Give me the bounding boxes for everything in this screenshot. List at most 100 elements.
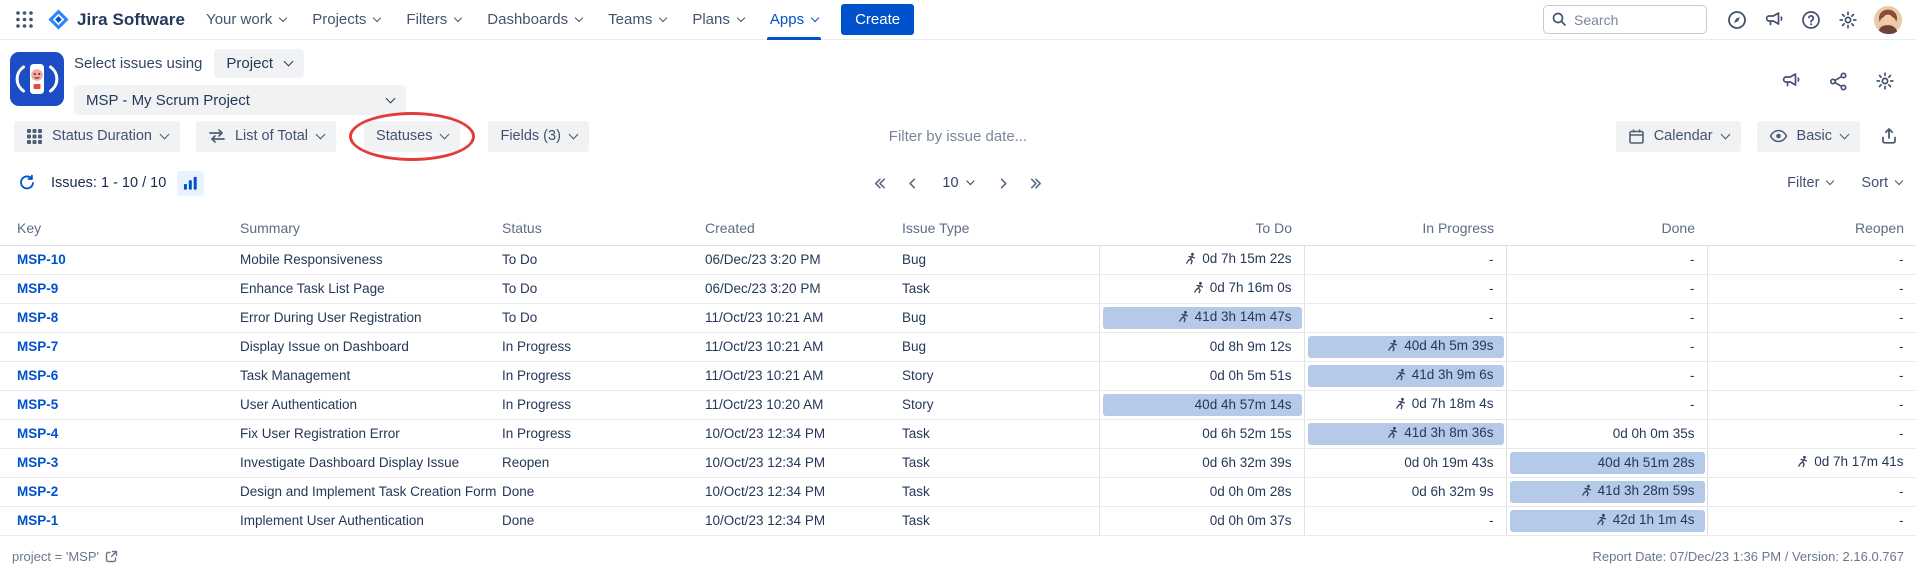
report-header: Select issues using Project MSP - My Scr… <box>0 40 1916 115</box>
duration-cell-inprogress: 0d 7h 18m 4s <box>1303 390 1506 420</box>
running-person-icon <box>1388 339 1398 352</box>
issue-key-link[interactable]: MSP-1 <box>17 513 58 528</box>
nav-filters[interactable]: Filters <box>393 0 474 40</box>
report-type-select[interactable]: Status Duration <box>14 120 180 152</box>
cell-issue-type: Story <box>902 361 1099 391</box>
cell-created: 06/Dec/23 3:20 PM <box>705 274 902 304</box>
issue-source-select[interactable]: Project <box>214 49 305 78</box>
duration-cell-inprogress: 40d 4h 5m 39s <box>1303 332 1506 362</box>
issue-key-link[interactable]: MSP-5 <box>17 397 58 412</box>
create-button[interactable]: Create <box>841 4 915 35</box>
cell-status: Done <box>502 477 705 507</box>
duration-cell-done: 41d 3h 28m 59s <box>1505 477 1707 507</box>
prev-page-button[interactable] <box>902 174 921 193</box>
column-header-summary: Summary <box>240 206 502 246</box>
view-mode-select[interactable]: Basic <box>1756 120 1860 152</box>
nav-dashboards[interactable]: Dashboards <box>474 0 595 40</box>
search-input[interactable] <box>1543 5 1707 34</box>
discover-button[interactable] <box>1722 5 1752 35</box>
discover-compass-icon <box>1728 10 1746 29</box>
jql-scope[interactable]: project = 'MSP' <box>12 549 118 564</box>
feedback-button[interactable] <box>1776 66 1806 96</box>
refresh-button[interactable] <box>14 170 40 196</box>
table-header-row: Key Summary Status Created Issue Type To Do In… <box>0 206 1916 246</box>
issue-key-link[interactable]: MSP-7 <box>17 339 58 354</box>
help-button[interactable] <box>1796 5 1826 35</box>
duration-cell-todo: 0d 6h 52m 15s <box>1098 419 1304 449</box>
duration-text: - <box>1899 426 1904 441</box>
duration-text: - <box>1690 310 1695 325</box>
top-navigation: Jira Software Your work Projects Filters… <box>0 0 1916 40</box>
project-name-value: MSP - My Scrum Project <box>86 91 250 109</box>
duration-cell-done: - <box>1505 332 1707 362</box>
list-mode-select[interactable]: List of Total <box>195 120 337 152</box>
statuses-select[interactable]: Statuses <box>364 120 461 152</box>
help-icon <box>1802 10 1820 29</box>
cell-status: To Do <box>502 274 705 304</box>
jira-logo[interactable]: Jira Software <box>47 8 185 31</box>
duration-text: - <box>1489 310 1494 325</box>
cell-summary: User Authentication <box>240 390 502 420</box>
nav-projects[interactable]: Projects <box>299 0 393 40</box>
share-button[interactable] <box>1823 66 1853 96</box>
duration-cell-inprogress: - <box>1303 506 1506 536</box>
duration-text: - <box>1899 513 1904 528</box>
issue-date-filter[interactable]: Filter by issue date... <box>889 128 1027 145</box>
duration-cell-done: - <box>1505 390 1707 420</box>
app-root: Jira Software Your work Projects Filters… <box>0 0 1916 571</box>
last-page-button[interactable] <box>1027 174 1046 193</box>
column-header-in-progress: In Progress <box>1304 206 1506 246</box>
filter-menu[interactable]: Filter <box>1787 175 1835 191</box>
duration-cell-inprogress: - <box>1303 274 1506 304</box>
issue-key-link[interactable]: MSP-10 <box>17 252 66 267</box>
project-select[interactable]: MSP - My Scrum Project <box>74 85 406 115</box>
issue-key-link[interactable]: MSP-6 <box>17 368 58 383</box>
issue-row: MSP-5 User Authentication In Progress 11/Oc… <box>0 390 1916 420</box>
issues-table: Key Summary Status Created Issue Type To Do In… <box>0 206 1916 536</box>
export-button[interactable] <box>1876 123 1902 149</box>
calendar-select[interactable]: Calendar <box>1615 120 1741 152</box>
issue-key-link[interactable]: MSP-3 <box>17 455 58 470</box>
jira-logo-icon <box>48 9 69 30</box>
chevron-down-icon <box>315 129 326 139</box>
duration-text: - <box>1899 310 1904 325</box>
chevron-down-icon <box>659 13 668 22</box>
fields-select[interactable]: Fields (3) <box>488 120 589 152</box>
issue-key-link[interactable]: MSP-9 <box>17 281 58 296</box>
duration-text: 0d 0h 19m 43s <box>1404 455 1494 470</box>
app-switcher-button[interactable] <box>10 5 39 34</box>
chevron-right-icon <box>1000 177 1007 189</box>
grid-icon <box>27 128 42 144</box>
nav-apps[interactable]: Apps <box>757 0 831 40</box>
next-page-button[interactable] <box>995 174 1014 193</box>
duration-cell-reopen: - <box>1706 332 1916 362</box>
notifications-button[interactable] <box>1759 5 1789 35</box>
jql-text: project = 'MSP' <box>12 548 99 564</box>
page-size-select[interactable]: 10 <box>934 171 981 195</box>
report-settings-button[interactable] <box>1870 66 1900 96</box>
issue-key-link[interactable]: MSP-8 <box>17 310 58 325</box>
cell-issue-type: Task <box>902 506 1099 536</box>
duration-text: - <box>1489 281 1494 296</box>
sort-menu[interactable]: Sort <box>1861 175 1904 191</box>
cell-status: In Progress <box>502 419 705 449</box>
running-person-icon <box>1388 426 1398 439</box>
calendar-icon <box>1628 129 1644 144</box>
cell-summary: Error During User Registration <box>240 303 502 333</box>
app-switcher-icon <box>16 11 33 28</box>
user-avatar[interactable] <box>1874 5 1902 34</box>
settings-gear-icon <box>1839 10 1857 29</box>
nav-plans[interactable]: Plans <box>679 0 757 40</box>
duration-cell-inprogress: - <box>1303 245 1506 275</box>
duration-cell-done: 0d 0h 0m 35s <box>1505 419 1707 449</box>
duration-text: 0d 6h 32m 39s <box>1202 455 1292 470</box>
nav-your-work[interactable]: Your work <box>193 0 299 40</box>
chart-view-button[interactable] <box>177 170 205 196</box>
first-page-button[interactable] <box>870 174 889 193</box>
settings-button[interactable] <box>1833 5 1863 35</box>
issue-key-link[interactable]: MSP-4 <box>17 426 58 441</box>
issue-key-link[interactable]: MSP-2 <box>17 484 58 499</box>
nav-teams[interactable]: Teams <box>595 0 679 40</box>
duration-cell-todo: 0d 8h 9m 12s <box>1098 332 1304 362</box>
running-person-icon <box>1395 397 1405 410</box>
